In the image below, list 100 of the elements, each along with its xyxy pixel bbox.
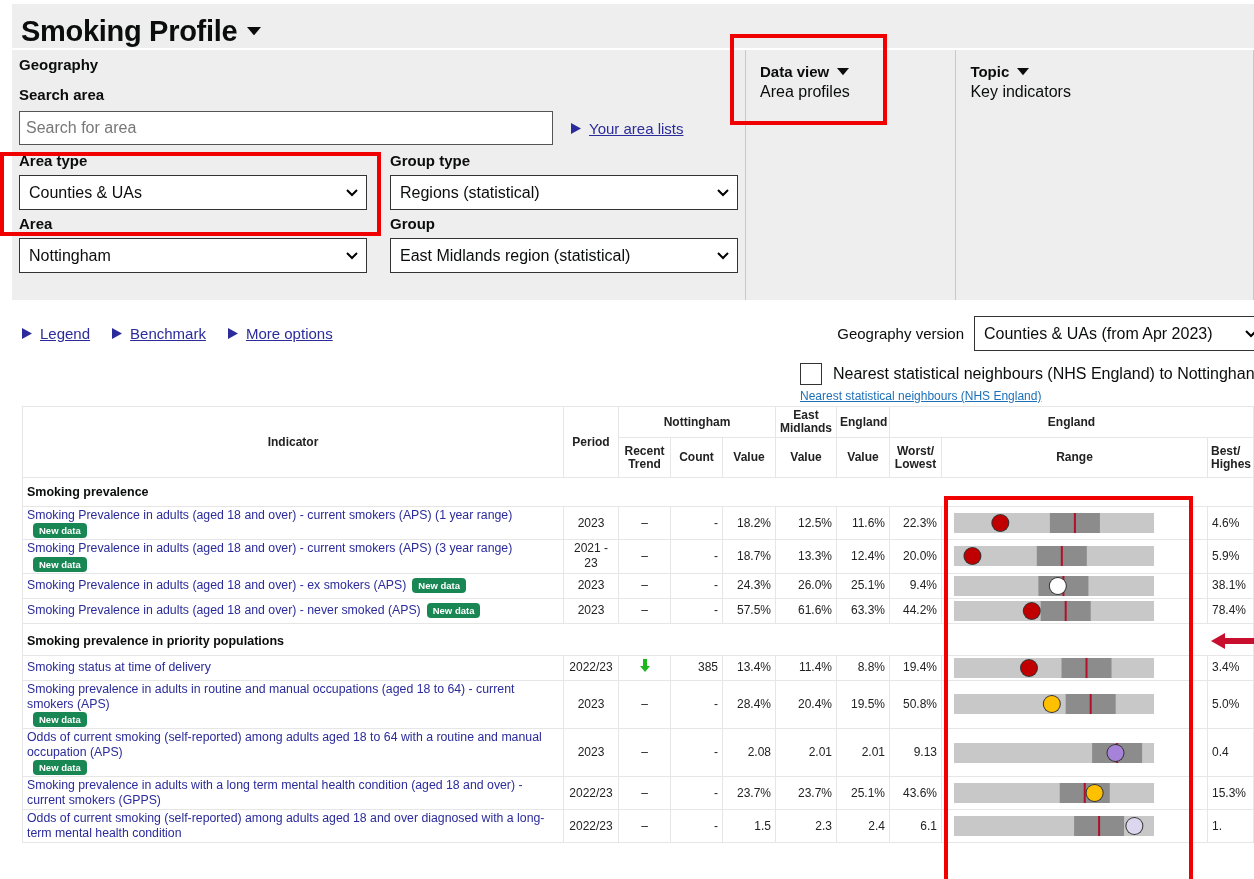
table-cell: 2022/23 xyxy=(563,776,619,810)
trend-dash: – xyxy=(641,515,648,530)
table-cell: 8.8% xyxy=(836,655,890,681)
indicator-link[interactable]: Smoking Prevalence in adults (aged 18 and over) - ex smokers (APS) xyxy=(27,578,407,593)
table-cell: 2023 xyxy=(563,598,619,624)
checkbox-label: Nearest statistical neighbours (NHS England) to Nottinghan xyxy=(833,365,1254,383)
table-cell: 22.3% xyxy=(889,506,942,540)
column-header: England xyxy=(836,406,890,438)
table-cell: 6.1 xyxy=(889,809,942,843)
column-header: Worst/ Lowest xyxy=(889,437,942,478)
data-view-label[interactable]: Data view xyxy=(760,62,830,82)
table-cell: - xyxy=(670,573,723,599)
table-cell: - xyxy=(670,809,723,843)
table-cell: 18.2% xyxy=(722,506,776,540)
trend-dash: – xyxy=(641,785,648,800)
page-title[interactable]: Smoking Profile xyxy=(21,14,238,48)
table-cell: 25.1% xyxy=(836,573,890,599)
search-field[interactable]: Search for area xyxy=(19,111,553,145)
table-cell: 2.3 xyxy=(775,809,837,843)
table-cell: 2023 xyxy=(563,728,619,777)
table-cell: 2.4 xyxy=(836,809,890,843)
section-heading: Geography xyxy=(19,55,100,75)
new-data-badge: New data xyxy=(33,760,87,776)
table-cell: 2.01 xyxy=(775,728,837,777)
field-label: Area type xyxy=(19,151,89,171)
column-header: Best/ Highes xyxy=(1207,437,1254,478)
indicator-link[interactable]: Smoking Prevalence in adults (aged 18 and over) - never smoked (APS) xyxy=(27,603,421,618)
table-cell: 0.4 xyxy=(1207,728,1254,777)
table-cell: - xyxy=(670,539,723,574)
table-cell: 26.0% xyxy=(775,573,837,599)
table-cell: 5.9% xyxy=(1207,539,1254,574)
column-header: Value xyxy=(775,437,837,478)
data-view-value: Area profiles xyxy=(760,82,851,102)
option-link[interactable]: Benchmark xyxy=(130,325,206,342)
indicator-link[interactable]: Smoking Prevalence in adults (aged 18 and over) - current smokers (APS) (1 year range) xyxy=(27,508,513,523)
table-cell: - xyxy=(670,506,723,540)
new-data-badge: New data xyxy=(412,578,467,594)
table-cell: 24.3% xyxy=(722,573,776,599)
neighbours-link[interactable]: Nearest statistical neighbours (NHS England) xyxy=(800,389,1042,403)
dropdown-select[interactable]: East Midlands region (statistical) xyxy=(390,238,738,273)
table-cell: 23.7% xyxy=(722,776,776,810)
table-cell: 2022/23 xyxy=(563,809,619,843)
table-cell: 12.5% xyxy=(775,506,837,540)
trend-dash: – xyxy=(641,549,648,563)
table-cell: 23.7% xyxy=(775,776,837,810)
dropdown-select[interactable]: Counties & UAs xyxy=(19,175,367,210)
table-cell: 2023 xyxy=(563,506,619,540)
table-cell: 11.4% xyxy=(775,655,837,681)
table-cell: 15.3% xyxy=(1207,776,1254,810)
table-cell: 3.4% xyxy=(1207,655,1254,681)
table-cell: 2021 - 23 xyxy=(563,539,619,574)
indicator-link[interactable]: Smoking Prevalence in adults (aged 18 and over) - current smokers (APS) (3 year range) xyxy=(27,541,513,557)
topic-label[interactable]: Topic xyxy=(970,62,1010,82)
column-header: Value xyxy=(836,437,890,478)
table-cell: 12.4% xyxy=(836,539,890,574)
table-cell: 13.4% xyxy=(722,655,776,681)
table-cell: 2023 xyxy=(563,573,619,599)
table-cell: 9.4% xyxy=(889,573,942,599)
table-cell: 20.0% xyxy=(889,539,942,574)
trend-dash: – xyxy=(641,603,648,618)
table-cell: 2023 xyxy=(563,680,619,729)
new-data-badge: New data xyxy=(33,712,87,727)
geography-version-select[interactable]: Counties & UAs (from Apr 2023) xyxy=(974,316,1254,351)
table-cell: - xyxy=(670,598,723,624)
option-link[interactable]: Legend xyxy=(40,325,91,342)
column-header: Range xyxy=(941,437,1208,478)
field-label: Group type xyxy=(390,151,471,171)
column-header: Count xyxy=(670,437,723,478)
topic-value: Key indicators xyxy=(970,82,1072,102)
indicator-link[interactable]: Smoking prevalence in adults in routine and manual occupations (aged 18 to 64) - current smokers (APS) xyxy=(27,681,559,712)
table-cell: 13.3% xyxy=(775,539,837,574)
section-title: Smoking prevalence xyxy=(22,477,1254,507)
field-label: Group xyxy=(390,214,436,234)
table-cell: 9.13 xyxy=(889,728,942,777)
table-cell: - xyxy=(670,680,723,729)
trend-dash: – xyxy=(641,818,648,833)
table-cell: 20.4% xyxy=(775,680,837,729)
table-cell: 28.4% xyxy=(722,680,776,729)
option-link[interactable]: More options xyxy=(245,325,333,342)
table-cell: 18.7% xyxy=(722,539,776,574)
dropdown-select[interactable]: Nottingham xyxy=(19,238,367,273)
table-cell: 19.4% xyxy=(889,655,942,681)
table-cell: 61.6% xyxy=(775,598,837,624)
table-cell: 78.4% xyxy=(1207,598,1254,624)
table-cell: 1. xyxy=(1207,809,1254,843)
table-cell: 2.01 xyxy=(836,728,890,777)
table-cell: 2.08 xyxy=(722,728,776,777)
area-lists-link[interactable]: Your area lists xyxy=(589,119,684,137)
table-cell: 1.5 xyxy=(722,809,776,843)
table-cell: 5.0% xyxy=(1207,680,1254,729)
column-header: England xyxy=(889,406,1254,438)
table-cell: 43.6% xyxy=(889,776,942,810)
table-cell: 2022/23 xyxy=(563,655,619,681)
indicator-link[interactable]: Odds of current smoking (self-reported) among adults aged 18 to 64 with a routine and manual occupation (APS) xyxy=(27,730,559,760)
field-label: Area xyxy=(19,214,54,234)
new-data-badge: New data xyxy=(33,556,87,572)
dropdown-select[interactable]: Regions (statistical) xyxy=(390,175,738,210)
column-header: Indicator xyxy=(22,406,564,478)
table-cell: 11.6% xyxy=(836,506,890,540)
trend-dash: – xyxy=(641,696,648,711)
